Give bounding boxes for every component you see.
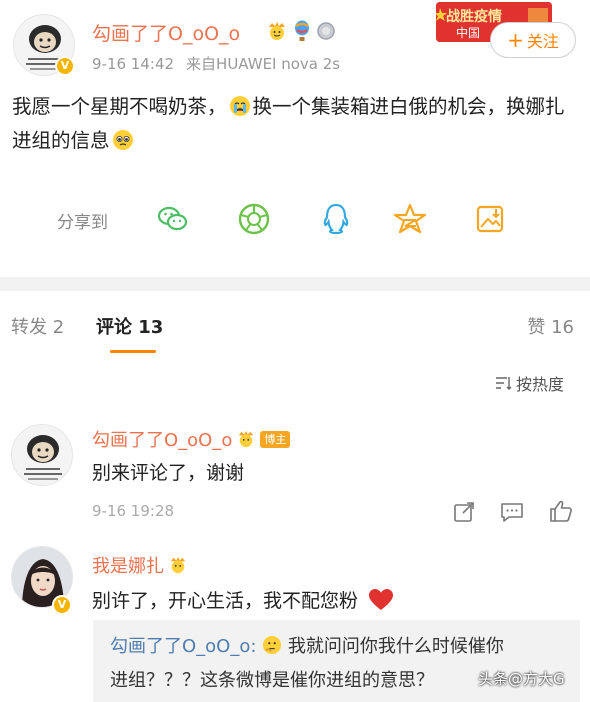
vip-badge-icon: V (52, 595, 72, 615)
post-body: 我愿一个星期不喝奶茶， 换一个集装箱进白俄的机会，换娜扎进组的信息 (12, 90, 582, 158)
follow-button[interactable]: + 关注 (490, 22, 576, 58)
balloon-icon (295, 20, 309, 41)
reply-text-1: 我就问问你我什么时候催你 (287, 636, 504, 657)
promo-subtitle: 中国 (456, 26, 481, 40)
moments-icon[interactable] (236, 201, 272, 237)
sort-icon (496, 377, 512, 390)
meme-face-avatar-image (24, 435, 62, 480)
sort-label: 按热度 (516, 375, 565, 394)
sort-by-hot-button[interactable]: 按热度 (494, 371, 564, 395)
comment-author[interactable]: 我是娜扎 (92, 552, 188, 578)
follow-label: 关注 (526, 32, 559, 51)
pleading-face-icon (112, 130, 133, 150)
thinking-face-icon (263, 635, 282, 655)
post-author-name[interactable]: 勾画了了O_oO_o (92, 19, 240, 46)
save-image-icon[interactable] (472, 201, 508, 237)
qq-icon[interactable] (318, 201, 354, 237)
active-tab-indicator (110, 350, 156, 353)
crown-face-icon (269, 22, 285, 40)
post-time: 9-16 14:42 (92, 55, 175, 73)
post-header: V 勾画了了O_oO_o 9-16 14:42 来自HUAWEI nova 2s (0, 0, 590, 90)
tab-comments[interactable]: 评论 13 (96, 313, 163, 339)
author-badge: 博主 (260, 430, 291, 448)
post-text-part1: 我愿一个星期不喝奶茶， (12, 95, 227, 118)
reply-line-1: 勾画了了O_oO_o: 我就问问你我什么时候催你 (110, 632, 504, 658)
comment-text-content: 别许了，开心生活，我不配您粉 (92, 590, 359, 612)
like-comment-icon[interactable] (548, 498, 574, 524)
crown-face-icon (239, 430, 254, 448)
reply-line-2: 进组？？？这条微博是催你进组的意思？ (110, 670, 434, 691)
comment-item: 勾画了了O_oO_o 博主 别来评论了，谢谢 9-16 19:28 (0, 416, 590, 532)
red-heart-icon (369, 589, 394, 610)
share-row: 分享到 (0, 196, 590, 246)
comment-author-name: 我是娜扎 (92, 556, 164, 577)
crown-face-icon (170, 556, 186, 574)
vip-badge-icon: V (55, 56, 75, 76)
plus-icon: + (507, 28, 524, 52)
watermark: 头条@方大G (478, 670, 565, 688)
wechat-icon[interactable] (155, 201, 191, 237)
author-badges (266, 20, 336, 42)
comment-text: 别许了，开心生活，我不配您粉 (92, 586, 394, 613)
comment-text: 别来评论了，谢谢 (92, 462, 245, 484)
comment-author[interactable]: 勾画了了O_oO_o 博主 (92, 426, 291, 452)
commenter-avatar[interactable] (11, 424, 73, 486)
post-meta: 9-16 14:42 来自HUAWEI nova 2s (92, 53, 352, 74)
qzone-icon[interactable] (392, 201, 428, 237)
quoted-reply[interactable]: 勾画了了O_oO_o: 我就问问你我什么时候催你 进组？？？这条微博是催你进组的… (93, 620, 580, 702)
promo-title: 战胜疫情 (446, 9, 502, 25)
reply-author[interactable]: 勾画了了O_oO_o: (110, 636, 256, 657)
comment-time: 9-16 19:28 (92, 502, 175, 520)
tab-reposts[interactable]: 转发 2 (11, 313, 64, 339)
reply-comment-icon[interactable] (499, 499, 525, 525)
crying-face-icon (229, 96, 250, 116)
share-label: 分享到 (57, 213, 108, 233)
section-divider (0, 277, 590, 291)
tab-likes[interactable]: 赞 16 (527, 313, 574, 339)
share-comment-icon[interactable] (451, 499, 477, 525)
comment-author-name: 勾画了了O_oO_o (92, 430, 233, 451)
medal-icon (317, 22, 335, 40)
post-source: 来自HUAWEI nova 2s (186, 55, 341, 73)
comment-tabs: 转发 2 评论 13 赞 16 (0, 291, 590, 353)
